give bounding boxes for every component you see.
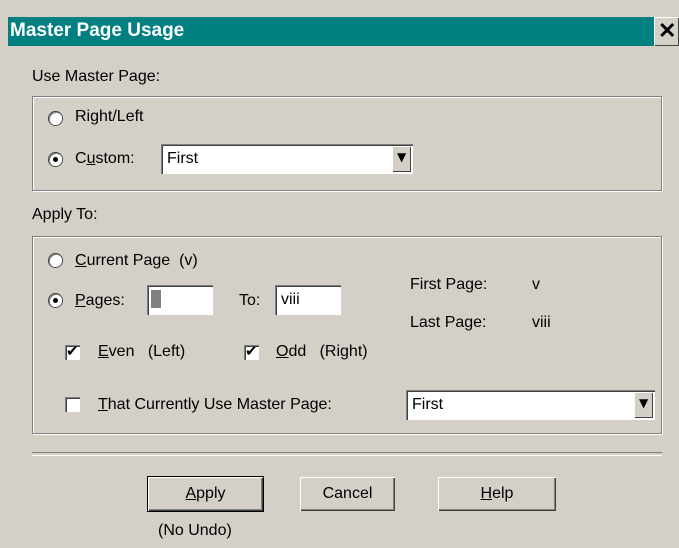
- pages-label[interactable]: Pages:: [75, 292, 125, 310]
- that-use-master-value: First: [412, 396, 444, 413]
- chevron-down-icon: ▼: [397, 150, 407, 164]
- odd-label[interactable]: Odd (Right): [276, 343, 368, 361]
- first-page-value: v: [532, 276, 540, 293]
- radio-current-page[interactable]: [49, 254, 62, 267]
- no-undo-note: (No Undo): [158, 522, 232, 539]
- dialog-title: Master Page Usage: [10, 20, 185, 41]
- master-page-usage-dialog: Master Page Usage ✕ Use Master Page: Rig…: [0, 0, 679, 548]
- radio-custom[interactable]: [49, 153, 62, 166]
- odd-note: (Right): [319, 343, 368, 360]
- current-page-value: (v): [179, 252, 198, 269]
- odd-checkbox[interactable]: [244, 342, 259, 360]
- title-bar: Master Page Usage ✕: [8, 17, 679, 46]
- even-label[interactable]: Even (Left): [98, 343, 185, 361]
- that-use-master-select[interactable]: First ▼: [406, 390, 655, 420]
- first-page-label: First Page:: [410, 276, 488, 293]
- cancel-button[interactable]: Cancel: [300, 477, 395, 511]
- chevron-down-icon: ▼: [639, 396, 649, 410]
- last-page-value: viii: [532, 314, 551, 331]
- that-use-label[interactable]: That Currently Use Master Page:: [98, 396, 332, 414]
- to-label: To:: [239, 292, 261, 309]
- even-note: (Left): [147, 343, 186, 360]
- pages-to-value: viii: [281, 291, 300, 308]
- help-button[interactable]: Help: [438, 477, 556, 511]
- close-icon: ✕: [658, 18, 677, 43]
- radio-right-left[interactable]: [49, 112, 62, 125]
- that-use-dropdown-button[interactable]: ▼: [634, 392, 653, 418]
- custom-label[interactable]: Custom:: [75, 150, 135, 168]
- close-button[interactable]: ✕: [654, 17, 679, 46]
- pages-from-input[interactable]: v: [147, 285, 213, 315]
- current-page-label[interactable]: Current Page (v): [75, 252, 198, 270]
- use-master-page-heading: Use Master Page:: [32, 68, 161, 85]
- custom-master-select[interactable]: First ▼: [161, 144, 413, 174]
- last-page-label: Last Page:: [410, 314, 487, 331]
- custom-master-value: First: [167, 150, 199, 167]
- pages-to-input[interactable]: viii: [275, 285, 341, 315]
- radio-pages[interactable]: [49, 294, 62, 307]
- even-checkbox[interactable]: [65, 342, 80, 360]
- pages-from-value: v: [151, 290, 161, 308]
- custom-master-dropdown-button[interactable]: ▼: [392, 146, 411, 172]
- that-use-checkbox[interactable]: [65, 397, 80, 412]
- apply-button[interactable]: Apply: [148, 477, 263, 511]
- apply-to-heading: Apply To:: [32, 206, 98, 223]
- right-left-label[interactable]: Right/Left: [75, 108, 143, 126]
- separator: [32, 452, 662, 456]
